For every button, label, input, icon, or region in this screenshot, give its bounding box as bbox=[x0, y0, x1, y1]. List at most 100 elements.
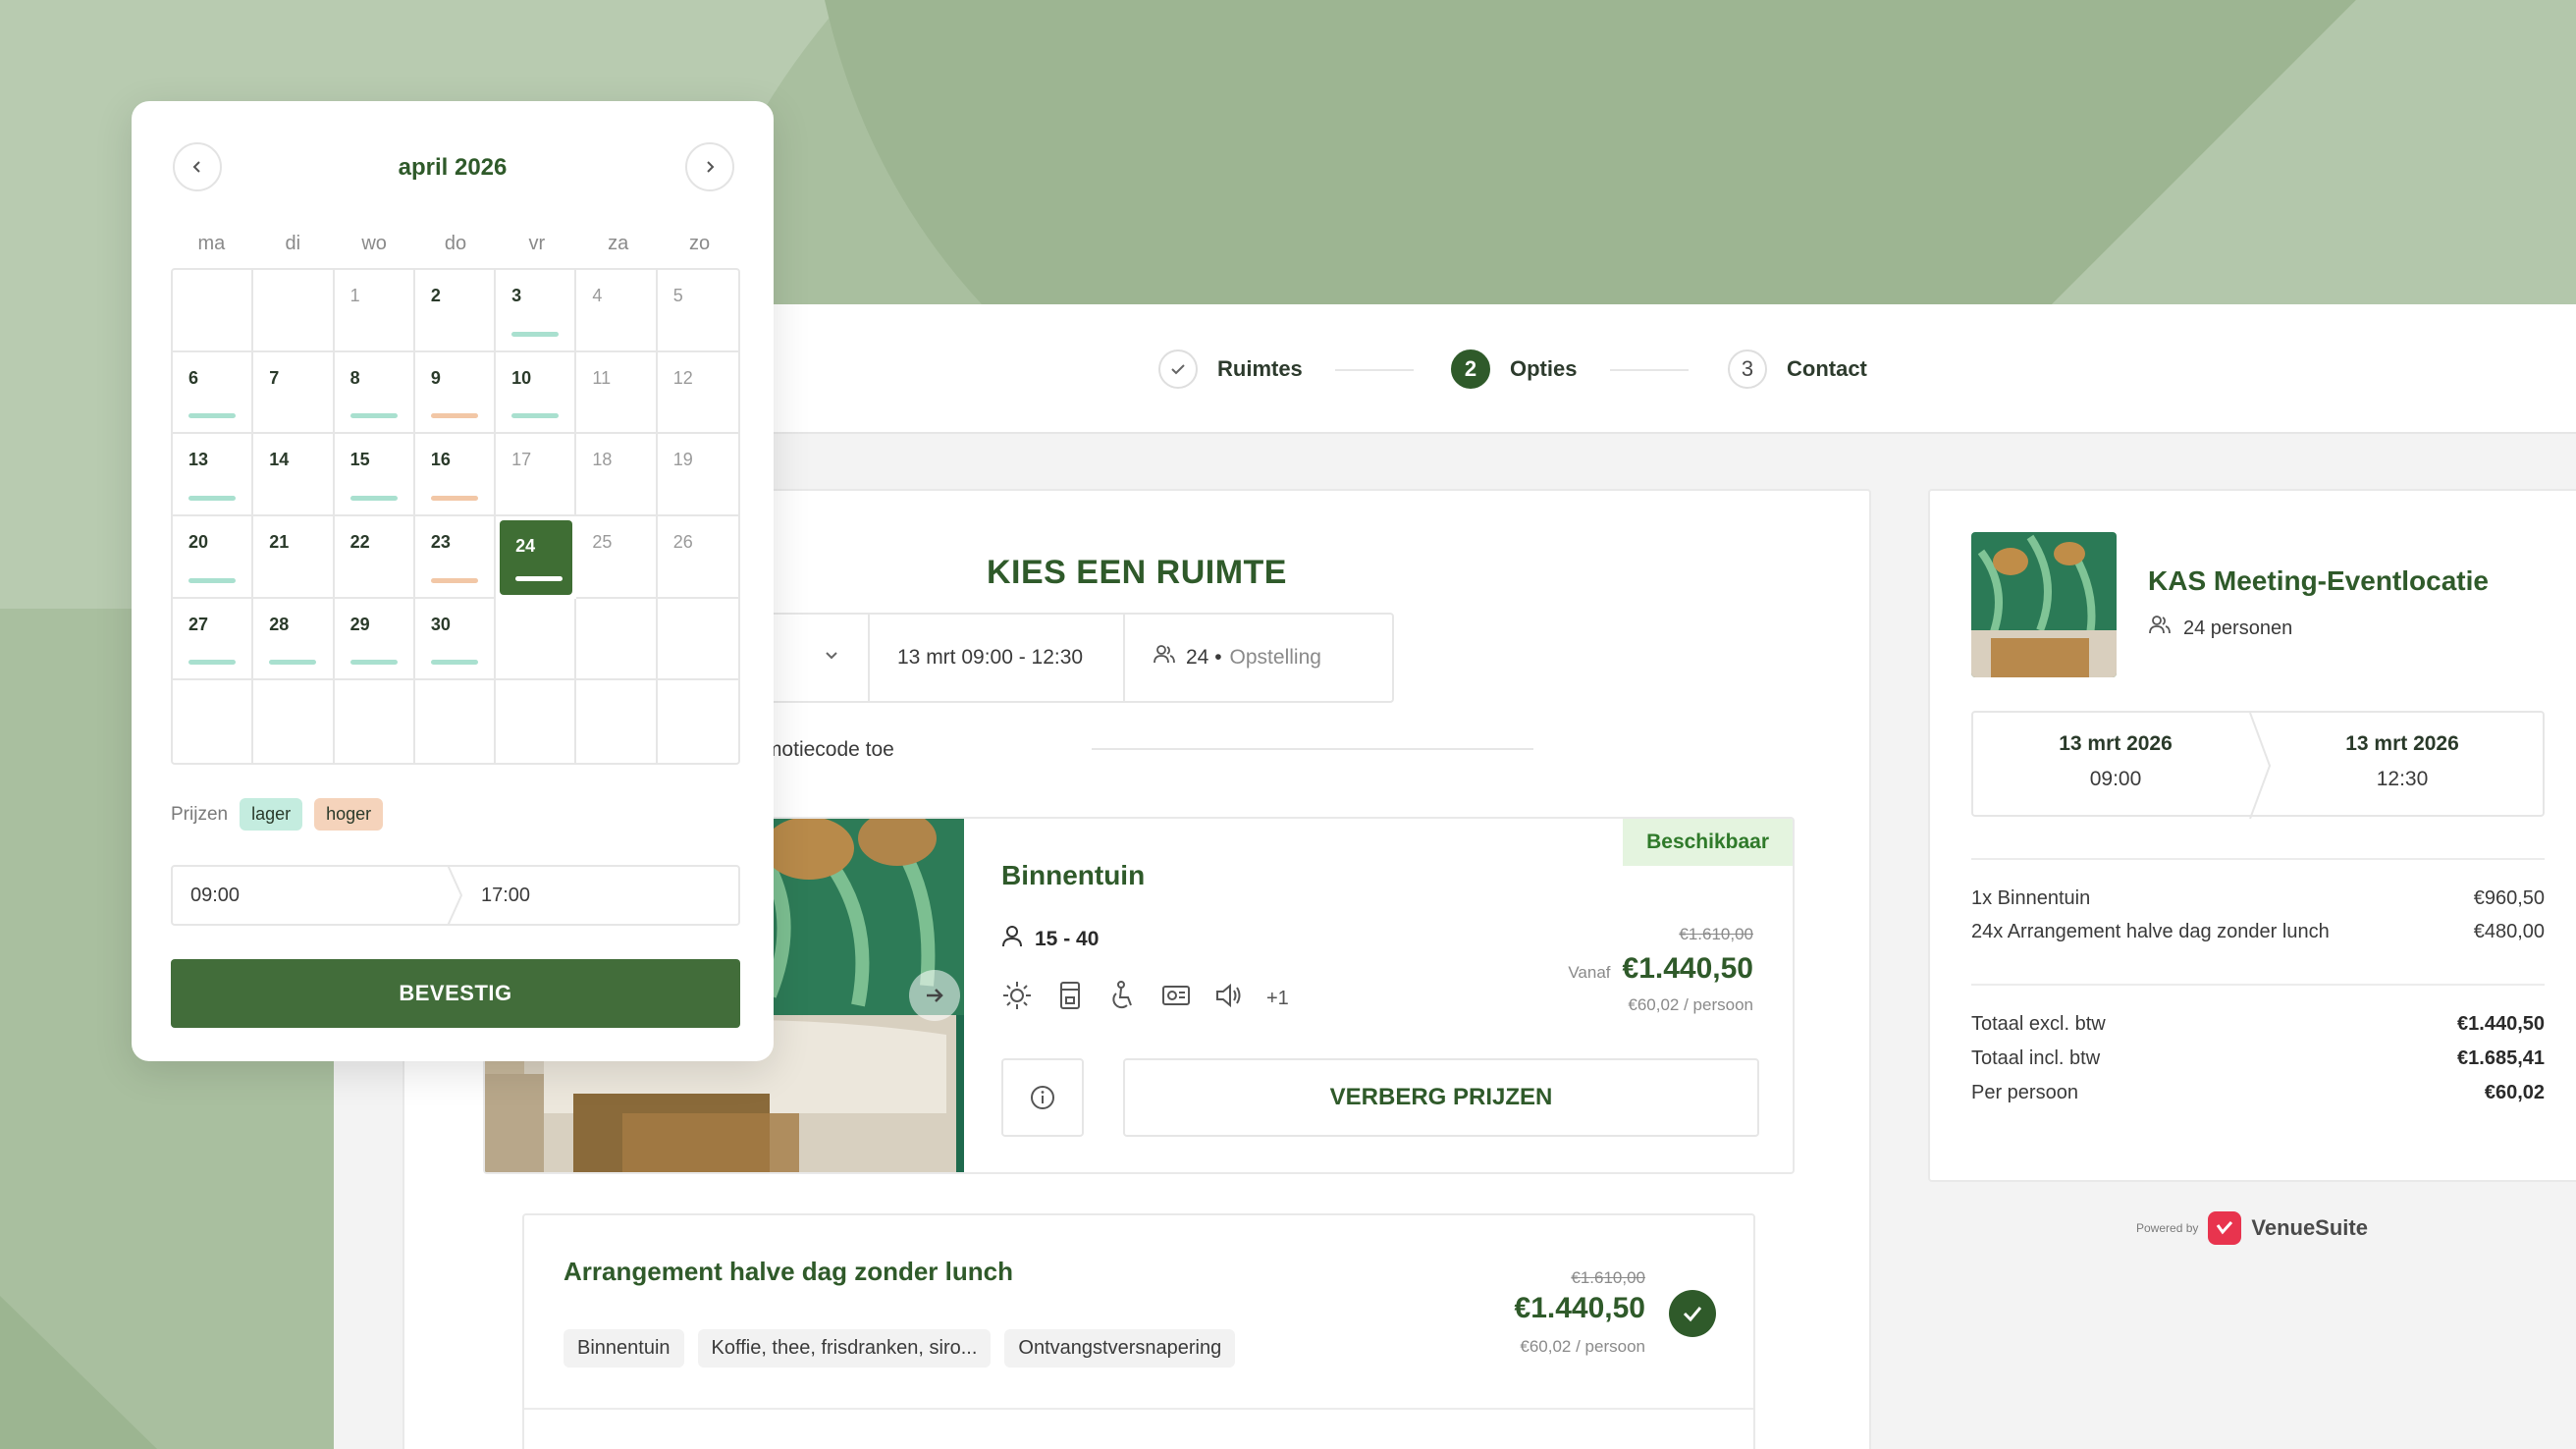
calendar-day[interactable]: 15 bbox=[334, 434, 415, 516]
venuesuite-logo-icon bbox=[2208, 1211, 2242, 1245]
calendar-empty-cell bbox=[496, 598, 577, 681]
end-time-input[interactable]: 17:00 bbox=[456, 885, 738, 907]
hide-prices-button[interactable]: VERBERG PRIJZEN bbox=[1123, 1058, 1759, 1137]
price-indicator-bar bbox=[269, 660, 317, 666]
coffee-machine-icon bbox=[1054, 980, 1086, 1017]
calendar-empty-cell bbox=[576, 598, 658, 681]
summary-item: 24x Arrangement halve dag zonder lunch €… bbox=[1971, 921, 2545, 943]
price-indicator-bar bbox=[188, 495, 236, 501]
start-time-input[interactable]: 09:00 bbox=[173, 885, 456, 907]
calendar-month: april 2026 bbox=[398, 154, 508, 181]
day-number: 27 bbox=[188, 614, 209, 634]
calendar-day[interactable]: 30 bbox=[414, 598, 497, 681]
item-label: 1x Binnentuin bbox=[1971, 887, 2091, 909]
calendar-day[interactable]: 18 bbox=[576, 434, 658, 516]
calendar-empty-cell bbox=[173, 680, 254, 763]
confirm-button[interactable]: BEVESTIG bbox=[171, 959, 740, 1028]
calendar-day[interactable]: 3 bbox=[496, 270, 577, 352]
step-contact[interactable]: 3 Contact bbox=[1728, 349, 1867, 389]
day-number: 25 bbox=[592, 531, 613, 552]
date-picker-popup: april 2026 ma di wo do vr za zo 12345678… bbox=[132, 101, 774, 1061]
summary-divider bbox=[1971, 984, 2545, 986]
calendar-day[interactable]: 19 bbox=[657, 434, 738, 516]
calendar-day[interactable]: 25 bbox=[576, 515, 658, 599]
day-number: 5 bbox=[672, 286, 683, 305]
step-opties[interactable]: 2 Opties bbox=[1451, 349, 1577, 389]
person-icon bbox=[1001, 925, 1023, 954]
calendar-day[interactable]: 23 bbox=[414, 515, 497, 599]
calendar-day[interactable]: 17 bbox=[496, 434, 577, 516]
item-value: €960,50 bbox=[2473, 887, 2545, 909]
check-icon bbox=[1683, 1307, 1702, 1322]
price-legend: Prijzen lager hoger bbox=[171, 798, 384, 831]
calendar-day[interactable]: 27 bbox=[173, 598, 254, 681]
calendar-day[interactable]: 12 bbox=[657, 352, 738, 435]
calendar-day[interactable]: 7 bbox=[253, 351, 335, 435]
amenities-list: +1 bbox=[1001, 980, 1289, 1017]
projector-icon bbox=[1160, 980, 1192, 1017]
people-icon bbox=[1153, 644, 1176, 671]
venue-photo bbox=[1971, 532, 2117, 677]
day-number: 22 bbox=[349, 531, 370, 552]
price-indicator-bar bbox=[511, 331, 560, 337]
calendar-day[interactable]: 11 bbox=[576, 351, 658, 435]
accessible-icon bbox=[1107, 980, 1139, 1017]
calendar-day[interactable]: 8 bbox=[334, 351, 415, 435]
info-button[interactable] bbox=[1001, 1058, 1084, 1137]
day-number: 9 bbox=[430, 367, 441, 388]
calendar-day[interactable]: 29 bbox=[334, 598, 415, 681]
day-number: 11 bbox=[592, 367, 612, 388]
price-indicator-bar bbox=[515, 575, 564, 581]
step-label: Opties bbox=[1510, 356, 1578, 381]
calendar-day[interactable]: 24 bbox=[500, 519, 573, 595]
calendar-day[interactable]: 28 bbox=[253, 598, 335, 681]
datetime-field[interactable]: 13 mrt 09:00 - 12:30 bbox=[870, 615, 1125, 701]
day-number: 23 bbox=[430, 531, 451, 552]
weekday-label: ma bbox=[197, 233, 226, 254]
calendar-day[interactable]: 10 bbox=[496, 351, 577, 435]
calendar-day[interactable]: 9 bbox=[414, 351, 497, 435]
next-month-button[interactable] bbox=[685, 142, 734, 191]
people-field[interactable]: 24 • Opstelling bbox=[1125, 615, 1392, 701]
item-value: €480,00 bbox=[2473, 921, 2545, 942]
day-number: 26 bbox=[672, 531, 693, 552]
calendar-day[interactable]: 16 bbox=[414, 434, 497, 516]
calendar-day[interactable]: 1 bbox=[334, 270, 415, 352]
end-date: 13 mrt 2026 bbox=[2345, 732, 2459, 755]
day-number: 20 bbox=[188, 531, 209, 552]
calendar-day[interactable]: 26 bbox=[657, 516, 738, 599]
legend-higher: hoger bbox=[314, 798, 384, 831]
step-connector bbox=[1335, 369, 1414, 371]
price-indicator-bar bbox=[349, 495, 398, 501]
calendar-day[interactable]: 20 bbox=[173, 515, 254, 599]
package-divider bbox=[524, 1408, 1753, 1410]
booking-summary: KAS Meeting-Eventlocatie 24 personen 13 … bbox=[1928, 489, 2576, 1182]
daylight-icon bbox=[1001, 980, 1033, 1017]
calendar-day[interactable]: 5 bbox=[657, 270, 738, 352]
powered-by-brand: VenueSuite bbox=[2251, 1215, 2368, 1240]
calendar-day[interactable]: 14 bbox=[253, 434, 335, 516]
package-card[interactable]: Arrangement halve dag zonder lunch Binne… bbox=[522, 1213, 1755, 1449]
price-indicator-bar bbox=[511, 413, 560, 419]
calendar-day[interactable]: 2 bbox=[414, 270, 497, 352]
step-ruimtes[interactable]: Ruimtes bbox=[1158, 349, 1303, 389]
calendar-empty-cell bbox=[496, 680, 577, 763]
day-number: 10 bbox=[511, 367, 532, 388]
calendar-day[interactable]: 6 bbox=[173, 351, 254, 435]
next-photo-button[interactable] bbox=[909, 970, 960, 1021]
calendar-day[interactable]: 21 bbox=[253, 515, 335, 599]
price-per-person: €60,02 / persoon bbox=[1628, 995, 1753, 1014]
day-number: 1 bbox=[349, 286, 360, 305]
package-tags: Binnentuin Koffie, thee, frisdranken, si… bbox=[564, 1329, 1236, 1368]
day-number: 8 bbox=[349, 367, 360, 388]
calendar-day[interactable]: 4 bbox=[576, 270, 658, 352]
more-amenities[interactable]: +1 bbox=[1266, 988, 1289, 1010]
calendar-empty-cell bbox=[415, 680, 497, 763]
selected-check-button[interactable] bbox=[1669, 1290, 1716, 1337]
calendar-day[interactable]: 13 bbox=[173, 434, 254, 516]
calendar-empty-cell bbox=[576, 680, 658, 763]
day-number: 28 bbox=[269, 614, 290, 634]
weekday-label: di bbox=[285, 233, 301, 254]
calendar-day[interactable]: 22 bbox=[334, 515, 415, 599]
day-number: 16 bbox=[430, 450, 451, 470]
